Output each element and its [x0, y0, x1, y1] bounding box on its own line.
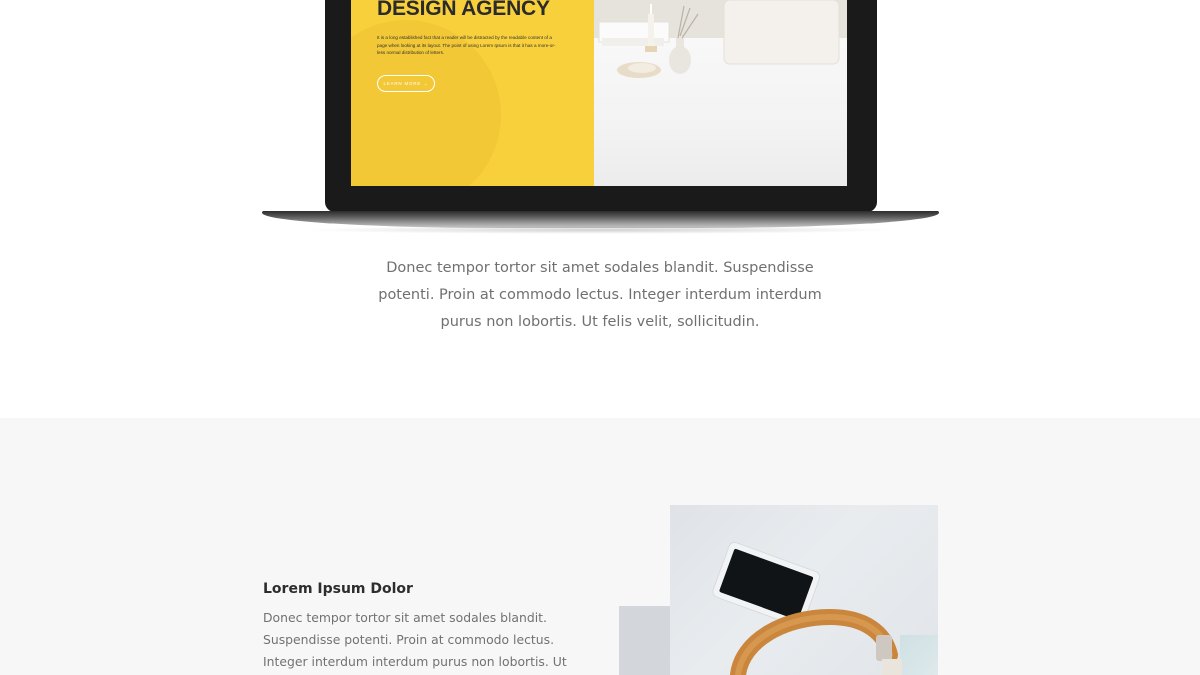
- learn-more-button[interactable]: LEARN MORE →: [377, 75, 435, 92]
- feature-text: Donec tempor tortor sit amet sodales bla…: [263, 610, 567, 669]
- feature-section: [0, 418, 1200, 675]
- hero-headline: DESIGN AGENCY: [377, 0, 550, 20]
- intro-paragraph: Donec tempor tortor sit amet sodales bla…: [378, 260, 822, 330]
- laptop-shadow: [300, 226, 900, 234]
- headphones-phone-illustration: [712, 541, 902, 675]
- laptop-screen: DESIGN AGENCY It is a long established f…: [351, 0, 847, 186]
- headphones-photo: [670, 505, 938, 675]
- hero-photo: [594, 0, 847, 186]
- decor-objects-illustration: [598, 0, 840, 78]
- hero-body-text: It is a long established fact that a rea…: [377, 35, 556, 56]
- feature-title: Lorem Ipsum Dolor: [263, 581, 413, 597]
- screen-hero-panel: DESIGN AGENCY It is a long established f…: [351, 0, 594, 186]
